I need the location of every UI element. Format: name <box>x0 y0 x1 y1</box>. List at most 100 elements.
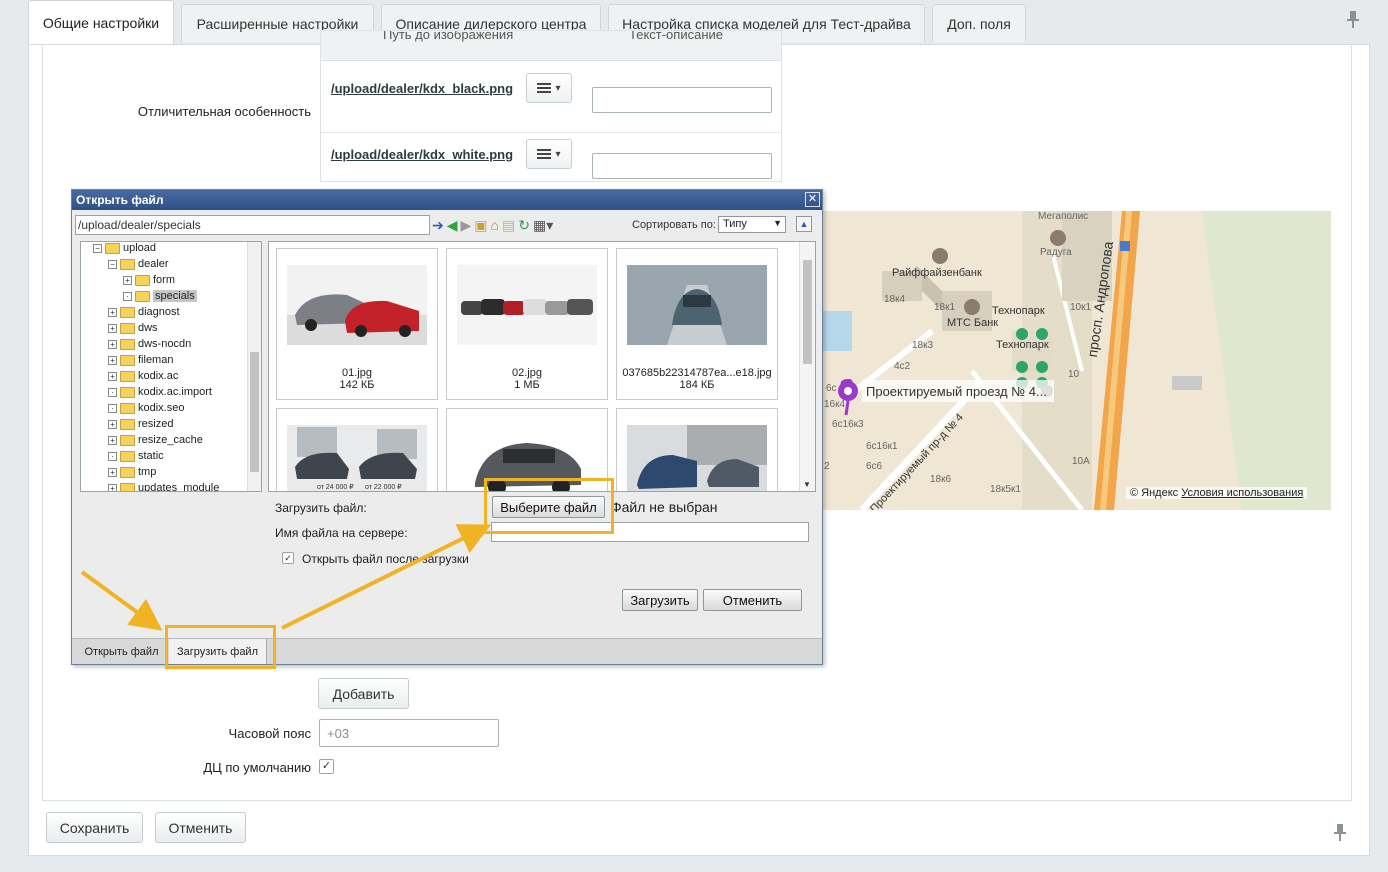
tab-extra-fields[interactable]: Доп. поля <box>932 4 1026 42</box>
save-button[interactable]: Сохранить <box>46 812 143 843</box>
tree-item-kodix-ac-import[interactable]: · kodix.ac.import <box>108 384 212 400</box>
go-icon[interactable]: ➔ <box>432 217 444 234</box>
tree-item-resize-cache[interactable]: + resize_cache <box>108 432 203 448</box>
image-thumbnail <box>627 265 767 345</box>
tree-item-specials[interactable]: · specials <box>123 288 197 304</box>
file-card[interactable]: 02.jpg 1 МБ <box>446 248 608 400</box>
map-label: 10к1 <box>1070 302 1092 313</box>
expand-icon[interactable]: + <box>108 467 117 477</box>
view-mode-icon[interactable]: ▦▾ <box>533 217 553 234</box>
expand-icon[interactable]: + <box>108 307 117 317</box>
expand-icon[interactable]: + <box>108 355 117 365</box>
scroll-down-icon[interactable]: ▼ <box>803 480 811 489</box>
dialog-cancel-button[interactable]: Отменить <box>703 589 802 611</box>
tree-item-dealer[interactable]: − dealer <box>108 256 169 272</box>
folder-icon <box>120 354 135 366</box>
file-card[interactable]: 01.jpg 142 КБ <box>276 248 438 400</box>
collapse-icon[interactable]: · <box>123 291 132 301</box>
collapse-icon[interactable]: · <box>108 387 117 397</box>
tree-item-label: dws <box>138 322 158 334</box>
tab-general-settings[interactable]: Общие настройки <box>28 0 174 44</box>
new-folder-icon[interactable]: ▤ <box>502 217 515 234</box>
row-menu-button[interactable]: ▾ <box>526 139 572 169</box>
tree-item-label: resized <box>138 418 174 430</box>
file-size: 1 МБ <box>514 379 540 391</box>
expand-icon[interactable]: + <box>108 435 117 445</box>
no-file-chosen-text: Файл не выбран <box>611 499 718 515</box>
server-filename-label: Имя файла на сервере: <box>275 526 408 540</box>
pin-icon[interactable] <box>1346 11 1360 29</box>
sort-select[interactable]: Типу <box>718 216 786 233</box>
open-after-upload-checkbox[interactable]: ✓ <box>282 552 294 564</box>
map-label: Радуга <box>1040 247 1072 258</box>
tree-item-upload[interactable]: − upload <box>93 242 156 256</box>
tree-item-diagnost[interactable]: + diagnost <box>108 304 180 320</box>
tree-item-label: kodix.ac.import <box>138 386 212 398</box>
tab-open-file[interactable]: Открыть файл <box>76 639 168 664</box>
expand-icon[interactable]: + <box>123 275 132 285</box>
tree-item-tmp[interactable]: + tmp <box>108 464 156 480</box>
image-path-link[interactable]: /upload/dealer/kdx_white.png <box>331 147 513 162</box>
file-card[interactable] <box>616 408 778 491</box>
file-card[interactable]: от 24 000 ₽ от 22 000 ₽ <box>276 408 438 491</box>
folder-icon <box>120 402 135 414</box>
add-button[interactable]: Добавить <box>318 678 409 709</box>
feature-label: Отличительная особенность <box>137 104 311 119</box>
expand-icon[interactable]: + <box>108 483 117 491</box>
file-grid: 01.jpg 142 КБ 02.jpg 1 МБ 037685b2231478… <box>268 241 816 492</box>
home-icon[interactable]: ⌂ <box>491 217 499 233</box>
tree-item-updates-module[interactable]: + updates_module <box>108 480 219 491</box>
timezone-input[interactable]: +03 <box>319 719 499 747</box>
description-input[interactable] <box>592 87 772 113</box>
open-after-upload-label: Открыть файл после загрузки <box>302 552 469 566</box>
terms-link[interactable]: Условия использования <box>1181 487 1303 499</box>
menu-icon <box>537 149 552 159</box>
tree-scrollbar[interactable] <box>247 242 261 491</box>
folder-icon <box>120 258 135 270</box>
collapse-icon[interactable]: − <box>108 259 117 269</box>
map-marker-label[interactable]: Проектируемый проезд № 4... <box>866 384 1047 399</box>
pin-icon[interactable] <box>1333 824 1347 842</box>
map-label: 16к4 <box>824 399 846 410</box>
cancel-button[interactable]: Отменить <box>155 812 246 843</box>
sort-direction-icon[interactable]: ▲ <box>796 216 812 232</box>
tree-item-kodix-ac[interactable]: + kodix.ac <box>108 368 178 384</box>
scrollbar-thumb[interactable] <box>250 352 259 472</box>
image-path-link[interactable]: /upload/dealer/kdx_black.png <box>331 81 513 96</box>
tree-item-dws[interactable]: + dws <box>108 320 158 336</box>
upload-button[interactable]: Загрузить <box>622 589 698 611</box>
folder-icon <box>120 482 135 491</box>
folder-icon <box>105 242 120 254</box>
expand-icon[interactable]: + <box>108 339 117 349</box>
folder-up-icon[interactable]: ▣ <box>474 217 487 234</box>
scrollbar-thumb[interactable] <box>803 260 812 364</box>
file-grid-scrollbar[interactable]: ▼ <box>799 242 815 491</box>
expand-icon[interactable]: + <box>108 419 117 429</box>
map-label: Технопарк <box>996 339 1049 351</box>
refresh-icon[interactable]: ↻ <box>518 217 530 234</box>
back-icon[interactable]: ◀ <box>447 217 458 234</box>
tree-item-fileman[interactable]: + fileman <box>108 352 173 368</box>
copyright-text: © Яндекс <box>1130 487 1179 499</box>
file-card[interactable]: 037685b22314787ea...e18.jpg 184 КБ <box>616 248 778 400</box>
tree-item-form[interactable]: + form <box>123 272 175 288</box>
path-input[interactable]: /upload/dealer/specials <box>75 215 430 235</box>
map-label: Мегаполис <box>1038 211 1089 222</box>
row-menu-button[interactable]: ▾ <box>526 73 572 103</box>
tree-item-dws-nocdn[interactable]: + dws-nocdn <box>108 336 191 352</box>
tree-item-kodix-seo[interactable]: · kodix.seo <box>108 400 184 416</box>
close-icon[interactable]: ✕ <box>805 192 820 207</box>
highlight-upload-tab <box>165 625 276 669</box>
expand-icon[interactable]: + <box>108 323 117 333</box>
default-dc-checkbox[interactable]: ✓ <box>319 759 334 774</box>
collapse-icon[interactable]: · <box>108 403 117 413</box>
expand-icon[interactable]: + <box>108 371 117 381</box>
tree-item-static[interactable]: · static <box>108 448 164 464</box>
tree-item-resized[interactable]: + resized <box>108 416 173 432</box>
yandex-map[interactable]: Мегаполис Радуга Райффайзенбанк 18к4 18к… <box>822 211 1331 510</box>
description-input[interactable] <box>592 153 772 179</box>
map-label: Технопарк <box>992 305 1045 317</box>
collapse-icon[interactable]: · <box>108 451 117 461</box>
forward-icon[interactable]: ▶ <box>461 217 472 234</box>
collapse-icon[interactable]: − <box>93 243 102 253</box>
